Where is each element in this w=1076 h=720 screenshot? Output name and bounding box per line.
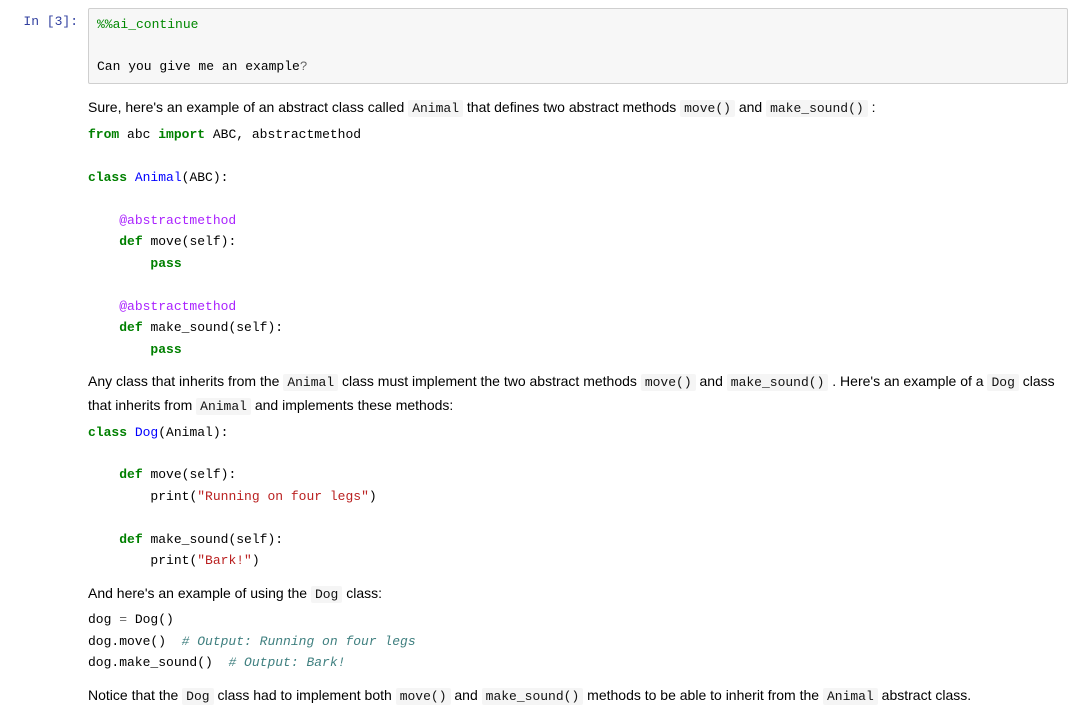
- code-cell: In [3]: %%ai_continue Can you give me an…: [8, 8, 1068, 84]
- inline-code: make_sound(): [482, 688, 584, 705]
- inline-code: move(): [396, 688, 451, 705]
- question-mark: ?: [300, 59, 308, 74]
- output-paragraph-2: Any class that inherits from the Animal …: [88, 370, 1064, 418]
- inline-code: Animal: [196, 398, 251, 415]
- input-prompt: In [3]:: [8, 8, 88, 29]
- cell-output: Sure, here's an example of an abstract c…: [88, 84, 1068, 707]
- code-block-2: class Dog(Animal): def move(self): print…: [88, 422, 1064, 572]
- code-block-3: dog = Dog() dog.move() # Output: Running…: [88, 609, 1064, 673]
- inline-code: Animal: [823, 688, 878, 705]
- output-paragraph-3: And here's an example of using the Dog c…: [88, 582, 1064, 606]
- code-block-1: from abc import ABC, abstractmethod clas…: [88, 124, 1064, 360]
- output-paragraph-1: Sure, here's an example of an abstract c…: [88, 96, 1064, 120]
- inline-code: make_sound(): [766, 100, 868, 117]
- user-text: Can you give me an example: [97, 59, 300, 74]
- output-paragraph-4: Notice that the Dog class had to impleme…: [88, 684, 1064, 708]
- inline-code: Dog: [182, 688, 213, 705]
- code-input[interactable]: %%ai_continue Can you give me an example…: [88, 8, 1068, 84]
- inline-code: Dog: [987, 374, 1018, 391]
- inline-code: move(): [641, 374, 696, 391]
- inline-code: move(): [680, 100, 735, 117]
- inline-code: Dog: [311, 586, 342, 603]
- magic-command: %%ai_continue: [97, 17, 198, 32]
- inline-code: Animal: [408, 100, 463, 117]
- inline-code: Animal: [283, 374, 338, 391]
- inline-code: make_sound(): [727, 374, 829, 391]
